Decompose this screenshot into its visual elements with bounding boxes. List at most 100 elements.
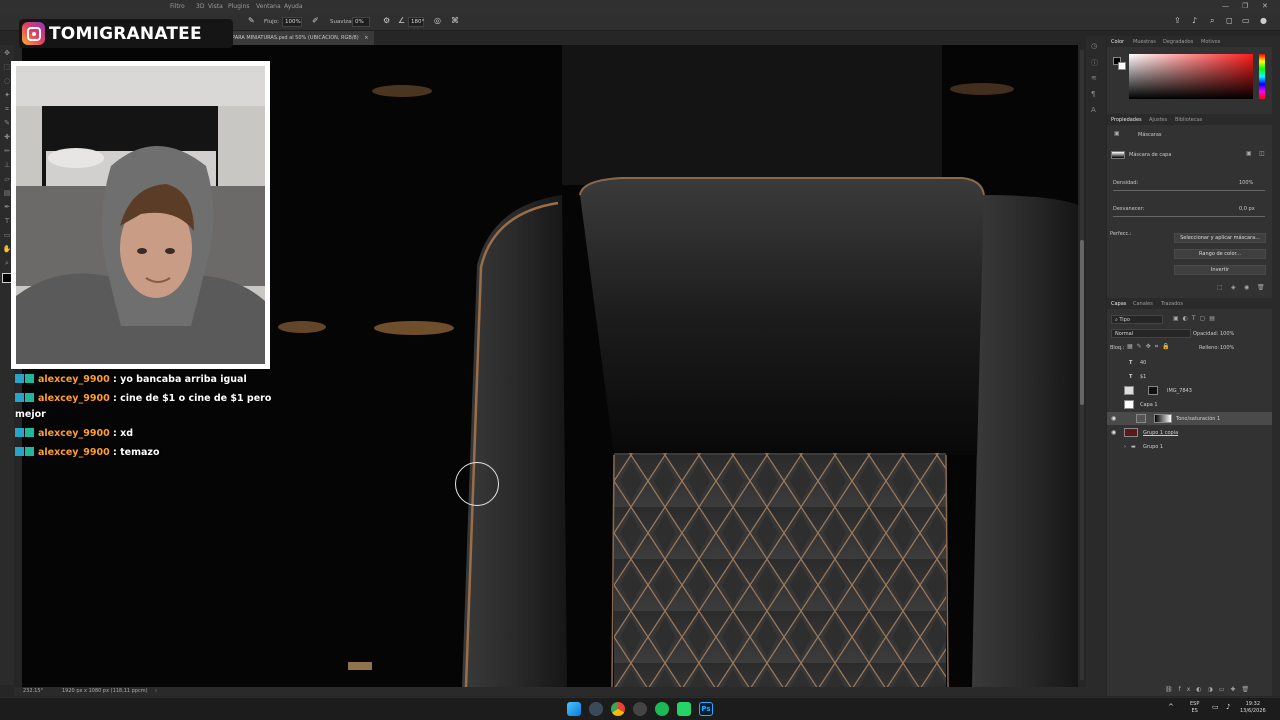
workspace-icon[interactable]: ◻ [1226, 16, 1233, 25]
panel-scrollbar[interactable] [1272, 36, 1280, 696]
layer-row[interactable]: T 40 [1107, 356, 1272, 369]
perfeccionar-label: Perfecc.: [1110, 231, 1132, 237]
panel-icon[interactable]: ▭ [1242, 16, 1250, 25]
layer-row[interactable]: › ▬ Grupo 1 [1107, 440, 1272, 453]
layer-row[interactable]: ◉ Grupo 1 copia [1107, 426, 1272, 439]
layer-action-icons[interactable]: ⛓fx◐◑▭✚🗑 [1165, 686, 1255, 693]
close-tab-icon[interactable]: × [364, 35, 368, 41]
hue-slider[interactable] [1259, 54, 1265, 99]
subscriber-badge-icon [25, 393, 34, 402]
maximize-button[interactable]: ❐ [1242, 2, 1248, 10]
vertical-scroll-thumb[interactable] [1080, 240, 1084, 405]
brush-icon[interactable]: ✎ [248, 16, 255, 25]
layer-row[interactable]: Capa 1 [1107, 398, 1272, 411]
tab-bibliotecas[interactable]: Bibliotecas [1175, 117, 1202, 123]
color-range-button[interactable]: Rango de color... [1174, 249, 1266, 259]
tab-canales[interactable]: Canales [1133, 301, 1153, 307]
color-picker-field[interactable] [1129, 54, 1253, 99]
densidad-value[interactable]: 100% [1239, 180, 1253, 186]
info-icon[interactable]: ⓘ [1091, 58, 1101, 68]
language-indicator[interactable]: ESP ES [1190, 701, 1199, 715]
pixel-mask-icon[interactable]: ▣ [1114, 130, 1120, 137]
eye-icon[interactable]: ◉ [1111, 429, 1116, 436]
settings-icon[interactable] [589, 702, 603, 716]
visibility-icon[interactable]: ◉ [1244, 284, 1249, 291]
blend-mode-select[interactable]: Normal [1111, 329, 1191, 338]
lock-icons[interactable]: ▦✎✥⌗🔒 [1127, 343, 1174, 351]
clock-date: 13/6/2026 [1240, 708, 1266, 714]
tab-degradados[interactable]: Degradados [1163, 39, 1193, 45]
tab-muestras[interactable]: Muestras [1133, 39, 1156, 45]
pressure-icon[interactable]: ◎ [434, 16, 441, 25]
share-icon[interactable]: ⇪ [1174, 16, 1181, 25]
layer-row[interactable]: IMG_7843 [1107, 384, 1272, 397]
layer-filter-icons[interactable]: ▣◐T▢▤ [1173, 315, 1219, 322]
vector-mask-icon[interactable]: ◫ [1259, 150, 1265, 157]
background-swatch[interactable] [1118, 62, 1126, 70]
flujo-input[interactable]: 100% [282, 17, 302, 27]
menu-vista[interactable]: Vista [208, 3, 223, 10]
chevron-right-icon[interactable]: › [1124, 444, 1126, 450]
bell-icon[interactable]: ♪ [1192, 16, 1197, 25]
menu-filtro[interactable]: Filtro [170, 3, 185, 10]
taskbar: Ps ^ ESP ES ▭ ♪ 19:32 13/6/2026 [0, 697, 1280, 720]
layer-filter-select[interactable]: ⌕ Tipo [1111, 315, 1163, 324]
apply-mask-icon[interactable]: ◈ [1231, 284, 1236, 291]
vertical-scrollbar[interactable] [1080, 50, 1084, 680]
clock[interactable]: 19:32 13/6/2026 [1240, 701, 1266, 715]
spotify-icon[interactable] [655, 702, 669, 716]
select-and-mask-button[interactable]: Seleccionar y aplicar máscara... [1174, 233, 1266, 243]
character-icon[interactable]: A [1091, 106, 1101, 116]
densidad-slider[interactable] [1113, 190, 1265, 191]
close-window-button[interactable]: ✕ [1262, 2, 1268, 10]
chrome-icon[interactable] [611, 702, 625, 716]
network-icon[interactable]: ▭ [1212, 704, 1219, 711]
chat-text: xd [120, 428, 134, 439]
instagram-banner: TOMIGRANATEE [19, 19, 233, 48]
paragraph-icon[interactable]: ¶ [1091, 90, 1101, 100]
tab-ajustes[interactable]: Ajustes [1149, 117, 1167, 123]
tab-color[interactable]: Color [1111, 39, 1124, 45]
layer-row[interactable]: T $1 [1107, 370, 1272, 383]
history-icon[interactable]: ◷ [1091, 42, 1101, 52]
tab-propiedades[interactable]: Propiedades [1111, 117, 1142, 123]
desvanecer-slider[interactable] [1113, 216, 1265, 217]
layer-row-selected[interactable]: ◉ Tono/saturación 1 [1107, 412, 1272, 425]
volume-icon[interactable]: ♪ [1226, 704, 1230, 711]
opacity-value[interactable]: 100% [1220, 331, 1234, 337]
layer-name: Grupo 1 [1143, 444, 1164, 450]
zoom-readout[interactable]: 232.15° [23, 688, 43, 694]
tab-trazados[interactable]: Trazados [1161, 301, 1183, 307]
search-icon[interactable]: ⌕ [1210, 16, 1214, 26]
tab-capas[interactable]: Capas [1111, 301, 1126, 307]
menu-3d[interactable]: 3D [196, 3, 204, 10]
select-mask-icon[interactable]: ▣ [1246, 150, 1252, 157]
chevron-up-icon[interactable]: ^ [1168, 704, 1174, 711]
fill-value[interactable]: 100% [1220, 345, 1234, 351]
photoshop-icon[interactable]: Ps [699, 702, 713, 716]
menu-plugins[interactable]: Plugins [228, 3, 250, 10]
symmetry-icon[interactable]: ⌘ [451, 16, 459, 25]
whatsapp-icon[interactable] [677, 702, 691, 716]
gear-icon[interactable]: ⚙ [383, 16, 390, 25]
tab-motivos[interactable]: Motivos [1201, 39, 1220, 45]
chat-username: alexcey_9900 [38, 374, 110, 385]
minimize-button[interactable]: — [1222, 2, 1229, 10]
load-selection-icon[interactable]: ⬚ [1217, 284, 1223, 291]
move-tool-icon[interactable]: ✥ [2, 49, 12, 59]
obs-icon[interactable] [633, 702, 647, 716]
invert-button[interactable]: Invertir [1174, 265, 1266, 275]
chevron-right-icon[interactable]: › [155, 688, 157, 694]
menu-ayuda[interactable]: Ayuda [284, 3, 303, 10]
document-tab[interactable]: PARA MINIATURAS.psd al 50% (UBICACION, R… [226, 31, 375, 45]
windows-start-icon[interactable] [567, 702, 581, 716]
avatar-icon[interactable]: ● [1260, 16, 1267, 25]
desvanecer-value[interactable]: 0,0 px [1239, 206, 1255, 212]
eye-icon[interactable]: ◉ [1111, 415, 1116, 422]
suavizar-input[interactable]: 0% [352, 17, 370, 27]
angle-input[interactable]: 180° [408, 17, 424, 27]
airbrush-icon[interactable]: ✐ [312, 16, 319, 25]
brush-settings-icon[interactable]: ≋ [1091, 74, 1101, 84]
menu-ventana[interactable]: Ventana [256, 3, 281, 10]
trash-icon[interactable]: 🗑 [1257, 284, 1265, 291]
